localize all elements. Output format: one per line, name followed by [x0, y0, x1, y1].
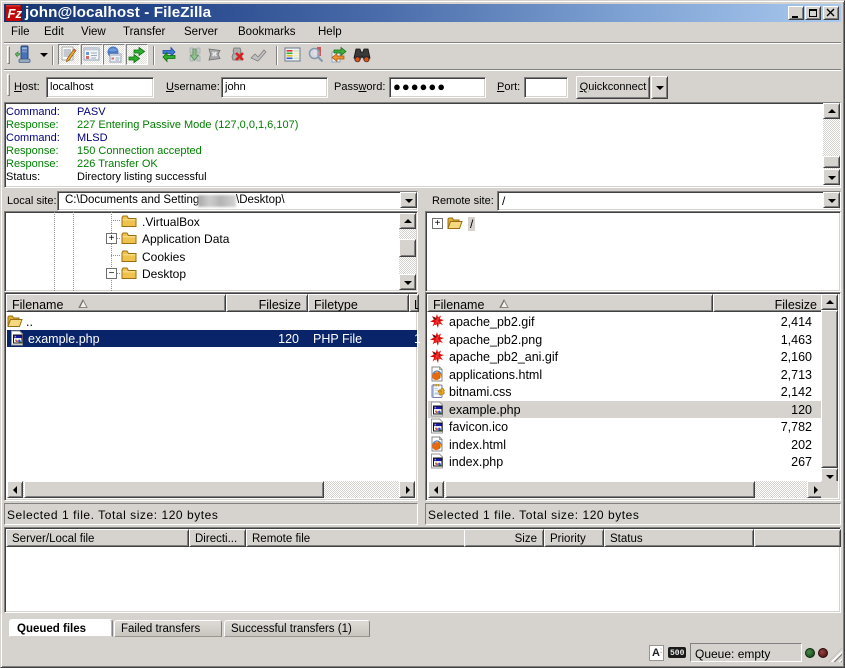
svg-text:Fz: Fz [8, 6, 23, 21]
